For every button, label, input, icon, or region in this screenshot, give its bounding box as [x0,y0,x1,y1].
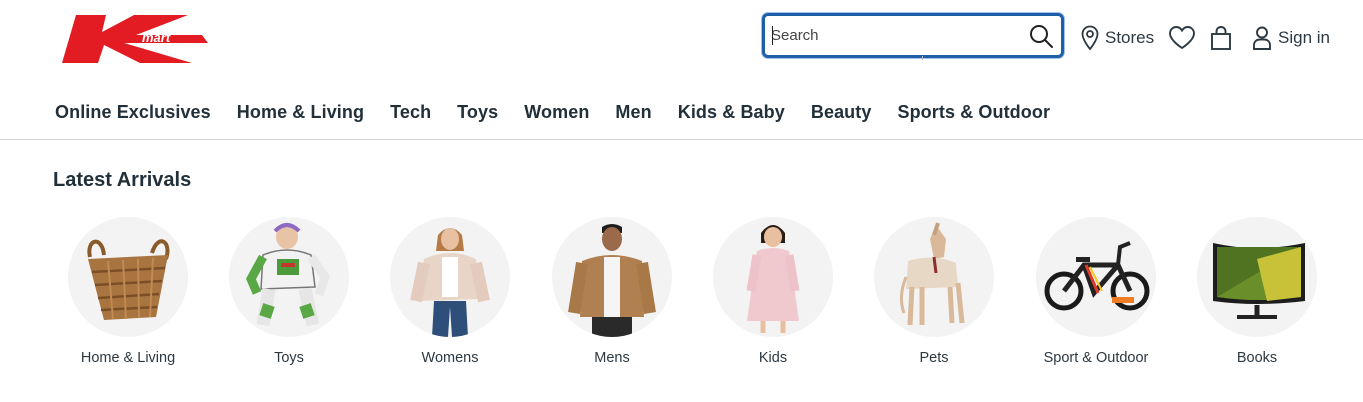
search-button[interactable] [1027,22,1055,50]
category-label: Kids [758,350,788,366]
latest-arrivals-heading: Latest Arrivals [53,169,192,191]
logo-word: mart [142,30,171,45]
search-box[interactable] [762,13,1064,60]
kmart-logo[interactable]: mart [62,15,208,63]
text-caret [772,26,773,45]
heart-icon [1169,26,1195,50]
sign-in-label: Sign in [1278,28,1330,47]
category-image-woman-jacket [390,217,510,337]
main-navigation: Online Exclusives Home & Living Tech Toy… [0,88,1363,140]
search-input[interactable] [771,16,1021,55]
nav-item-toys[interactable]: Toys [457,102,498,123]
location-pin-icon [1081,25,1099,51]
category-image-action-figure [229,217,349,337]
category-label: Womens [421,350,479,366]
category-image-man-jacket [552,217,672,337]
category-tile-sport-outdoor[interactable]: Sport & Outdoor [1021,217,1171,366]
stores-link[interactable]: Stores [1081,24,1154,52]
category-label: Sport & Outdoor [1043,350,1149,366]
nav-item-online-exclusives[interactable]: Online Exclusives [55,102,211,123]
cart-button[interactable] [1210,24,1232,52]
user-icon [1253,26,1271,50]
nav-item-home-living[interactable]: Home & Living [237,102,364,123]
sign-in-link[interactable]: Sign in [1252,24,1330,52]
category-tile-home-living[interactable]: Home & Living [53,217,203,366]
nav-item-beauty[interactable]: Beauty [811,102,872,123]
category-image-kids-bike [1036,217,1156,337]
search-divider [922,56,923,60]
category-image-basket [68,217,188,337]
wishlist-button[interactable] [1168,24,1196,52]
category-image-monitor [1197,217,1317,337]
site-header: mart Stores [0,0,1363,78]
search-icon [1030,25,1053,48]
category-tile-kids[interactable]: Kids [698,217,848,366]
nav-item-sports-outdoor[interactable]: Sports & Outdoor [897,102,1050,123]
nav-item-tech[interactable]: Tech [390,102,431,123]
category-label: Mens [594,350,630,366]
category-tile-toys[interactable]: Toys [214,217,364,366]
category-image-dog [874,217,994,337]
category-tile-books[interactable]: Books [1182,217,1332,366]
stores-label: Stores [1105,28,1155,47]
bag-icon [1211,26,1231,50]
category-label: Pets [919,350,949,366]
category-image-girl-dress [713,217,833,337]
nav-item-women[interactable]: Women [524,102,589,123]
category-tile-mens[interactable]: Mens [537,217,687,366]
category-label: Books [1236,350,1278,366]
category-tile-pets[interactable]: Pets [859,217,1009,366]
nav-item-kids-baby[interactable]: Kids & Baby [678,102,785,123]
category-label: Toys [274,350,304,366]
latest-arrivals-carousel: Home & Living Toys Womens Mens Kids Pets… [53,217,1343,387]
nav-item-men[interactable]: Men [615,102,651,123]
category-label: Home & Living [80,350,176,366]
category-tile-womens[interactable]: Womens [375,217,525,366]
